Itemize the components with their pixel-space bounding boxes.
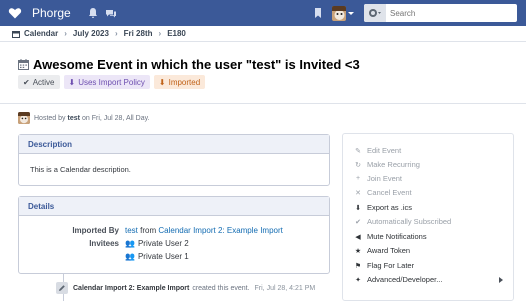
chat-icon[interactable] (105, 7, 117, 19)
check-icon: ✔ (23, 77, 30, 87)
action-label: Flag For Later (367, 261, 415, 270)
invitee-item[interactable]: 👥 Private User 1 (125, 252, 189, 261)
breadcrumb-calendar[interactable]: Calendar (24, 29, 58, 38)
details-box: Details Imported By test from Calendar I… (18, 196, 330, 274)
imported-by-user-link[interactable]: test (125, 226, 138, 235)
advanced-developer-action[interactable]: ✦ Advanced/Developer... (353, 275, 503, 284)
flag-icon: ⚑ (354, 262, 362, 270)
status-badge-active: ✔ Active (18, 75, 60, 89)
award-token-action[interactable]: ★ Award Token (353, 246, 503, 255)
import-source-link[interactable]: Calendar Import 2: Example Import (158, 226, 283, 235)
volume-icon: ◀ (355, 233, 361, 241)
search-box (364, 4, 517, 22)
description-text: This is a Calendar description. (30, 165, 131, 174)
page-header: Awesome Event in which the user "test" i… (0, 43, 526, 103)
edit-event-action[interactable]: ✎ Edit Event (353, 146, 503, 155)
header-divider (0, 103, 526, 104)
download-icon: ⬇ (158, 77, 166, 87)
host-prefix: Hosted by (34, 114, 66, 122)
check-circle-icon: ✔ (355, 218, 361, 226)
mute-notifications-action[interactable]: ◀ Mute Notifications (353, 232, 503, 241)
download-icon: ⬇ (68, 77, 76, 87)
action-label: Export as .ics (367, 203, 413, 212)
times-icon: ✕ (355, 189, 361, 197)
page-title: Awesome Event in which the user "test" i… (18, 57, 360, 72)
flag-for-later-action[interactable]: ⚑ Flag For Later (353, 261, 503, 270)
top-navigation-bar: Phorge (0, 0, 526, 26)
scope-icon (369, 9, 381, 17)
breadcrumb-separator-icon: › (114, 29, 118, 38)
timeline-event: Calendar Import 2: Example Import create… (56, 282, 315, 294)
breadcrumb-separator-icon: › (64, 29, 67, 38)
status-badge-label: Uses Import Policy (78, 77, 145, 87)
repeat-icon: ↻ (355, 161, 361, 169)
actions-panel: ✎ Edit Event ↻ Make Recurring + Join Event … (342, 133, 514, 301)
breadcrumb-month[interactable]: July 2023 (73, 29, 109, 38)
export-ics-action[interactable]: ⬇ Export as .ics (353, 203, 503, 212)
action-label: Mute Notifications (367, 232, 427, 241)
avatar[interactable] (18, 112, 30, 124)
home-link[interactable]: Phorge (8, 6, 71, 20)
app-name: Phorge (32, 6, 71, 20)
bookmark-icon[interactable] (312, 7, 324, 19)
pencil-icon (56, 282, 68, 294)
avatar (332, 5, 346, 21)
user-menu-button[interactable] (332, 4, 354, 22)
host-suffix: on Fri, Jul 28, All Day. (81, 114, 150, 122)
description-box: Description This is a Calendar descripti… (18, 134, 330, 186)
heart-logo-icon (8, 8, 22, 19)
timeline-time[interactable]: Fri, Jul 28, 4:21 PM (255, 285, 316, 292)
action-label: Join Event (367, 174, 403, 183)
host-line: Hosted by test on Fri, Jul 28, All Day. (18, 112, 150, 124)
invitee-item[interactable]: 👥 Private User 2 (125, 239, 189, 248)
action-label: Advanced/Developer... (367, 275, 443, 284)
action-label: Automatically Subscribed (367, 217, 452, 226)
status-badge-label: Active (32, 77, 55, 87)
action-label: Cancel Event (367, 188, 412, 197)
make-recurring-action[interactable]: ↻ Make Recurring (353, 160, 503, 169)
invitee-name: Private User 2 (137, 239, 189, 248)
invitee-name: Private User 1 (137, 252, 189, 261)
breadcrumb-separator-icon: › (158, 29, 162, 38)
breadcrumb-day[interactable]: Fri 28th (124, 29, 153, 38)
imported-by-label: Imported By (72, 226, 119, 235)
chevron-right-icon (499, 276, 503, 283)
chevron-down-icon (348, 11, 354, 15)
host-user-link[interactable]: test (68, 115, 80, 122)
details-heading: Details (19, 197, 329, 216)
action-label: Make Recurring (367, 160, 420, 169)
action-label: Edit Event (367, 146, 402, 155)
search-scope-button[interactable] (364, 4, 386, 22)
plus-icon: + (355, 175, 361, 182)
status-badge-label: Imported (168, 77, 201, 87)
breadcrumb: Calendar › July 2023 › Fri 28th › E180 (0, 26, 526, 42)
magic-icon: ✦ (355, 276, 361, 284)
join-event-action[interactable]: + Join Event (353, 174, 503, 183)
description-heading: Description (19, 135, 329, 154)
timeline-action: created this event. (192, 284, 250, 292)
imported-by-value: test from Calendar Import 2: Example Imp… (125, 226, 283, 235)
calendar-icon (18, 59, 29, 70)
event-title: Awesome Event in which the user "test" i… (33, 57, 360, 72)
trophy-icon: ★ (354, 247, 362, 255)
bell-icon[interactable] (87, 7, 99, 19)
search-input[interactable] (390, 8, 510, 18)
action-label: Award Token (367, 246, 411, 255)
status-tags: ✔ Active ⬇ Uses Import Policy ⬇ Imported (18, 75, 206, 89)
cancel-event-action[interactable]: ✕ Cancel Event (353, 188, 503, 197)
download-icon: ⬇ (355, 204, 361, 212)
imported-from-text: from (140, 226, 157, 235)
subscribed-action[interactable]: ✔ Automatically Subscribed (353, 217, 503, 226)
users-icon: 👥 (125, 239, 135, 248)
status-badge-import-policy: ⬇ Uses Import Policy (63, 75, 150, 89)
invitees-label: Invitees (89, 239, 119, 248)
calendar-icon (12, 30, 20, 38)
timeline-actor-link[interactable]: Calendar Import 2: Example Import (73, 285, 189, 292)
breadcrumb-event[interactable]: E180 (167, 29, 186, 38)
pencil-icon: ✎ (355, 147, 361, 155)
status-badge-imported: ⬇ Imported (153, 75, 206, 89)
users-icon: 👥 (125, 252, 135, 261)
